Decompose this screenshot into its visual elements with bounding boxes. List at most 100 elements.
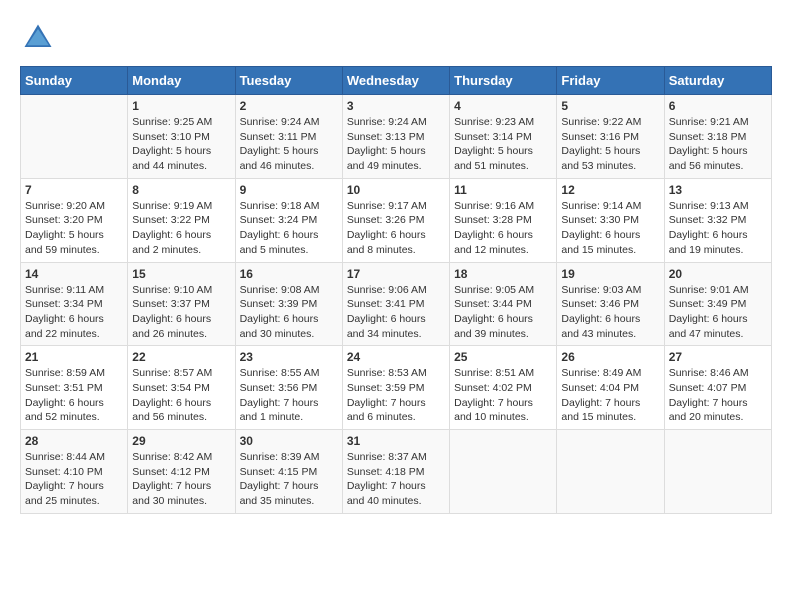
calendar-body: 1 Sunrise: 9:25 AMSunset: 3:10 PMDaylight… <box>21 95 772 514</box>
day-cell: 29 Sunrise: 8:42 AMSunset: 4:12 PMDayligh… <box>128 430 235 514</box>
day-number: 28 <box>25 434 123 448</box>
header-day-sunday: Sunday <box>21 67 128 95</box>
day-info: Sunrise: 9:01 AMSunset: 3:49 PMDaylight:… <box>669 283 767 342</box>
day-cell <box>557 430 664 514</box>
day-cell: 5 Sunrise: 9:22 AMSunset: 3:16 PMDaylight… <box>557 95 664 179</box>
day-cell: 12 Sunrise: 9:14 AMSunset: 3:30 PMDayligh… <box>557 178 664 262</box>
day-number: 5 <box>561 99 659 113</box>
day-cell: 26 Sunrise: 8:49 AMSunset: 4:04 PMDayligh… <box>557 346 664 430</box>
day-cell: 14Sunrise: 9:11 AMSunset: 3:34 PMDayligh… <box>21 262 128 346</box>
day-info: Sunrise: 8:37 AMSunset: 4:18 PMDaylight:… <box>347 450 445 509</box>
week-row-1: 1 Sunrise: 9:25 AMSunset: 3:10 PMDaylight… <box>21 95 772 179</box>
day-info: Sunrise: 9:03 AMSunset: 3:46 PMDaylight:… <box>561 283 659 342</box>
day-cell: 6 Sunrise: 9:21 AMSunset: 3:18 PMDaylight… <box>664 95 771 179</box>
day-info: Sunrise: 8:53 AMSunset: 3:59 PMDaylight:… <box>347 366 445 425</box>
week-row-2: 7 Sunrise: 9:20 AMSunset: 3:20 PMDaylight… <box>21 178 772 262</box>
day-number: 3 <box>347 99 445 113</box>
day-number: 16 <box>240 267 338 281</box>
day-info: Sunrise: 9:18 AMSunset: 3:24 PMDaylight:… <box>240 199 338 258</box>
day-number: 25 <box>454 350 552 364</box>
day-info: Sunrise: 9:10 AMSunset: 3:37 PMDaylight:… <box>132 283 230 342</box>
day-number: 29 <box>132 434 230 448</box>
day-info: Sunrise: 8:55 AMSunset: 3:56 PMDaylight:… <box>240 366 338 425</box>
day-number: 9 <box>240 183 338 197</box>
day-cell: 11 Sunrise: 9:16 AMSunset: 3:28 PMDayligh… <box>450 178 557 262</box>
week-row-5: 28 Sunrise: 8:44 AMSunset: 4:10 PMDayligh… <box>21 430 772 514</box>
day-info: Sunrise: 8:57 AMSunset: 3:54 PMDaylight:… <box>132 366 230 425</box>
header-day-wednesday: Wednesday <box>342 67 449 95</box>
day-number: 20 <box>669 267 767 281</box>
day-cell: 31 Sunrise: 8:37 AMSunset: 4:18 PMDayligh… <box>342 430 449 514</box>
day-info: Sunrise: 9:21 AMSunset: 3:18 PMDaylight:… <box>669 115 767 174</box>
calendar-table: SundayMondayTuesdayWednesdayThursdayFrid… <box>20 66 772 514</box>
header-day-monday: Monday <box>128 67 235 95</box>
week-row-3: 14Sunrise: 9:11 AMSunset: 3:34 PMDayligh… <box>21 262 772 346</box>
day-cell: 7 Sunrise: 9:20 AMSunset: 3:20 PMDaylight… <box>21 178 128 262</box>
day-cell: 30 Sunrise: 8:39 AMSunset: 4:15 PMDayligh… <box>235 430 342 514</box>
day-cell: 19Sunrise: 9:03 AMSunset: 3:46 PMDayligh… <box>557 262 664 346</box>
day-cell: 25 Sunrise: 8:51 AMSunset: 4:02 PMDayligh… <box>450 346 557 430</box>
day-info: Sunrise: 9:24 AMSunset: 3:13 PMDaylight:… <box>347 115 445 174</box>
day-info: Sunrise: 9:05 AMSunset: 3:44 PMDaylight:… <box>454 283 552 342</box>
day-number: 26 <box>561 350 659 364</box>
day-number: 27 <box>669 350 767 364</box>
day-cell: 9 Sunrise: 9:18 AMSunset: 3:24 PMDaylight… <box>235 178 342 262</box>
day-number: 24 <box>347 350 445 364</box>
week-row-4: 21 Sunrise: 8:59 AMSunset: 3:51 PMDayligh… <box>21 346 772 430</box>
day-number: 1 <box>132 99 230 113</box>
day-cell <box>21 95 128 179</box>
day-info: Sunrise: 8:42 AMSunset: 4:12 PMDaylight:… <box>132 450 230 509</box>
day-info: Sunrise: 8:49 AMSunset: 4:04 PMDaylight:… <box>561 366 659 425</box>
day-number: 13 <box>669 183 767 197</box>
day-cell: 16 Sunrise: 9:08 AMSunset: 3:39 PMDayligh… <box>235 262 342 346</box>
day-info: Sunrise: 9:16 AMSunset: 3:28 PMDaylight:… <box>454 199 552 258</box>
day-cell: 15 Sunrise: 9:10 AMSunset: 3:37 PMDayligh… <box>128 262 235 346</box>
day-info: Sunrise: 9:20 AMSunset: 3:20 PMDaylight:… <box>25 199 123 258</box>
day-info: Sunrise: 8:39 AMSunset: 4:15 PMDaylight:… <box>240 450 338 509</box>
day-info: Sunrise: 9:24 AMSunset: 3:11 PMDaylight:… <box>240 115 338 174</box>
day-cell: 8Sunrise: 9:19 AMSunset: 3:22 PMDaylight… <box>128 178 235 262</box>
day-number: 30 <box>240 434 338 448</box>
day-cell: 2 Sunrise: 9:24 AMSunset: 3:11 PMDaylight… <box>235 95 342 179</box>
day-info: Sunrise: 9:22 AMSunset: 3:16 PMDaylight:… <box>561 115 659 174</box>
day-cell: 10Sunrise: 9:17 AMSunset: 3:26 PMDayligh… <box>342 178 449 262</box>
day-info: Sunrise: 8:59 AMSunset: 3:51 PMDaylight:… <box>25 366 123 425</box>
header-day-saturday: Saturday <box>664 67 771 95</box>
day-number: 12 <box>561 183 659 197</box>
day-info: Sunrise: 9:19 AMSunset: 3:22 PMDaylight:… <box>132 199 230 258</box>
header-row: SundayMondayTuesdayWednesdayThursdayFrid… <box>21 67 772 95</box>
day-number: 18 <box>454 267 552 281</box>
day-cell: 3 Sunrise: 9:24 AMSunset: 3:13 PMDaylight… <box>342 95 449 179</box>
day-number: 4 <box>454 99 552 113</box>
day-number: 31 <box>347 434 445 448</box>
day-info: Sunrise: 9:25 AMSunset: 3:10 PMDaylight:… <box>132 115 230 174</box>
day-number: 17 <box>347 267 445 281</box>
day-number: 21 <box>25 350 123 364</box>
day-cell: 28 Sunrise: 8:44 AMSunset: 4:10 PMDayligh… <box>21 430 128 514</box>
day-info: Sunrise: 9:08 AMSunset: 3:39 PMDaylight:… <box>240 283 338 342</box>
day-info: Sunrise: 9:14 AMSunset: 3:30 PMDaylight:… <box>561 199 659 258</box>
day-number: 15 <box>132 267 230 281</box>
day-cell <box>664 430 771 514</box>
page-header <box>20 20 772 56</box>
day-info: Sunrise: 9:13 AMSunset: 3:32 PMDaylight:… <box>669 199 767 258</box>
day-cell: 27Sunrise: 8:46 AMSunset: 4:07 PMDayligh… <box>664 346 771 430</box>
day-number: 11 <box>454 183 552 197</box>
day-info: Sunrise: 8:44 AMSunset: 4:10 PMDaylight:… <box>25 450 123 509</box>
day-number: 23 <box>240 350 338 364</box>
header-day-thursday: Thursday <box>450 67 557 95</box>
day-cell: 13 Sunrise: 9:13 AMSunset: 3:32 PMDayligh… <box>664 178 771 262</box>
header-day-friday: Friday <box>557 67 664 95</box>
day-cell: 21 Sunrise: 8:59 AMSunset: 3:51 PMDayligh… <box>21 346 128 430</box>
header-day-tuesday: Tuesday <box>235 67 342 95</box>
day-cell: 17Sunrise: 9:06 AMSunset: 3:41 PMDayligh… <box>342 262 449 346</box>
day-info: Sunrise: 9:23 AMSunset: 3:14 PMDaylight:… <box>454 115 552 174</box>
day-number: 10 <box>347 183 445 197</box>
day-number: 22 <box>132 350 230 364</box>
day-cell: 18 Sunrise: 9:05 AMSunset: 3:44 PMDayligh… <box>450 262 557 346</box>
day-number: 6 <box>669 99 767 113</box>
day-number: 2 <box>240 99 338 113</box>
day-cell <box>450 430 557 514</box>
day-info: Sunrise: 8:51 AMSunset: 4:02 PMDaylight:… <box>454 366 552 425</box>
day-number: 7 <box>25 183 123 197</box>
